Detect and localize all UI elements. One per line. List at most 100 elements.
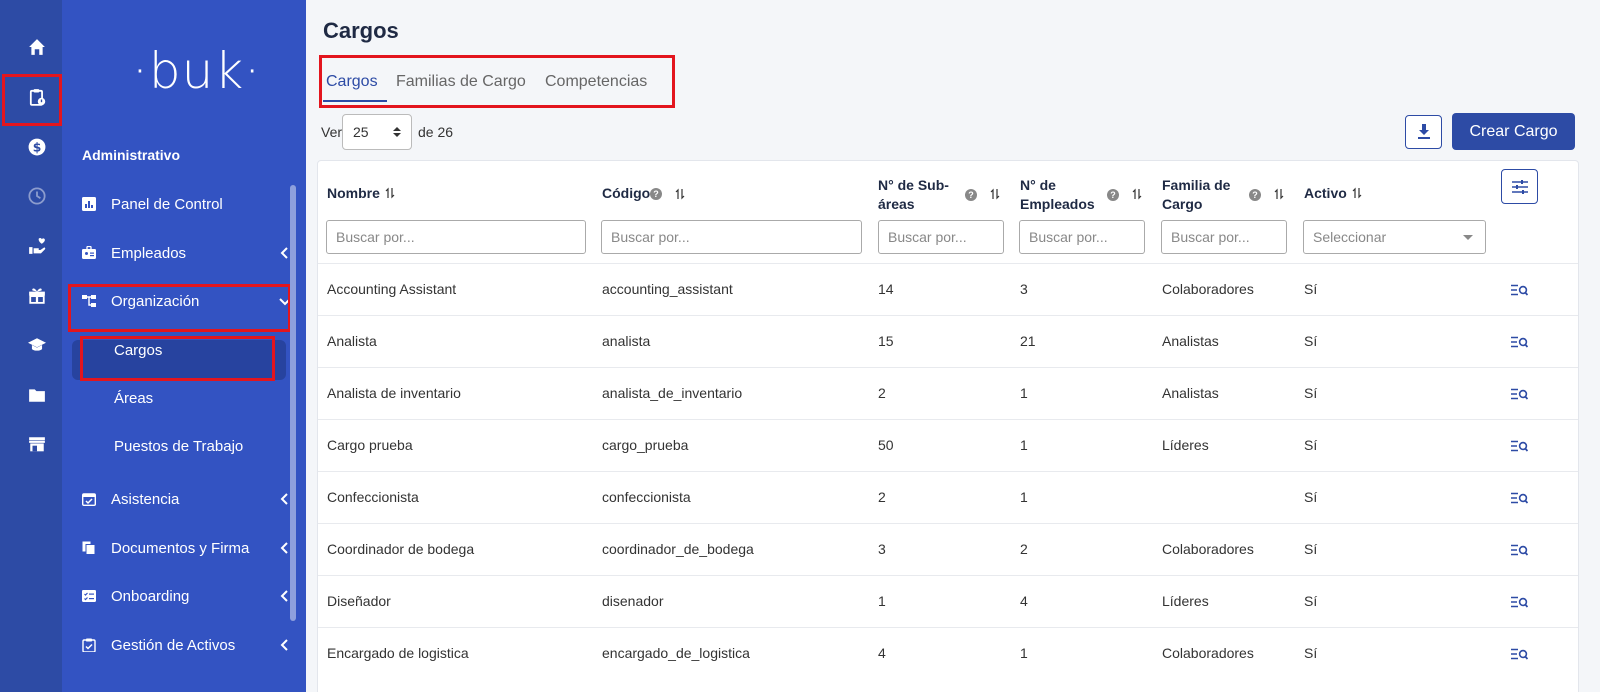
cell-codigo: accounting_assistant — [602, 281, 733, 297]
highlight-organizacion — [68, 284, 291, 332]
cell-empleados: 1 — [1020, 385, 1028, 401]
sort-icon — [1352, 187, 1362, 199]
cell-subareas: 14 — [878, 281, 894, 297]
sidebar-subitem-puestos[interactable]: Puestos de Trabajo — [114, 438, 243, 455]
sidebar-item-label: Onboarding — [111, 587, 190, 605]
download-button[interactable] — [1405, 115, 1442, 149]
filter-familia-input[interactable]: Buscar por... — [1161, 220, 1287, 254]
sort-icon[interactable] — [1274, 188, 1284, 200]
filter-codigo-input[interactable]: Buscar por... — [601, 220, 862, 254]
clipboard-icon — [82, 638, 96, 652]
main-content: Cargos Cargos Familias de Cargo Competen… — [306, 0, 1600, 692]
header-activo[interactable]: Activo — [1304, 184, 1362, 203]
view-details-icon[interactable] — [1511, 544, 1528, 557]
view-details-icon[interactable] — [1511, 440, 1528, 453]
sort-icon[interactable] — [675, 188, 685, 200]
cell-nombre: Confeccionista — [327, 489, 419, 505]
cell-empleados: 2 — [1020, 541, 1028, 557]
table-row[interactable]: Analista de inventario analista_de_inven… — [318, 367, 1578, 419]
sidebar-item-documentos[interactable]: Documentos y Firma — [82, 534, 292, 562]
per-page-select[interactable]: 25 — [342, 114, 412, 150]
sidebar-scrollbar[interactable] — [290, 185, 296, 621]
total-pages-label: de 26 — [418, 124, 454, 140]
filter-empleados-input[interactable]: Buscar por... — [1019, 220, 1145, 254]
cell-subareas: 50 — [878, 437, 894, 453]
sidebar-item-empleados[interactable]: Empleados — [82, 239, 292, 267]
sidebar-item-asistencia[interactable]: Asistencia — [82, 485, 292, 513]
view-details-icon[interactable] — [1511, 492, 1528, 505]
folder-icon[interactable] — [22, 380, 52, 410]
cell-activo: Sí — [1304, 333, 1318, 349]
download-icon — [1417, 124, 1430, 139]
cell-subareas: 1 — [878, 593, 886, 609]
table-row[interactable]: Analista analista 15 21 Analistas Sí — [318, 315, 1578, 367]
header-label-line2: áreas — [878, 196, 915, 212]
view-details-icon[interactable] — [1511, 336, 1528, 349]
cell-activo: Sí — [1304, 489, 1318, 505]
cell-activo: Sí — [1304, 541, 1318, 557]
sidebar-subitem-areas[interactable]: Áreas — [114, 390, 153, 407]
filter-nombre-input[interactable]: Buscar por... — [326, 220, 586, 254]
clock-icon[interactable] — [22, 181, 52, 211]
dollar-icon[interactable]: $ — [22, 132, 52, 162]
filter-subareas-input[interactable]: Buscar por... — [878, 220, 1004, 254]
sidebar-item-gestion-activos[interactable]: Gestión de Activos — [82, 631, 292, 659]
sidebar: ·buk· Administrativo Panel de Control Em… — [62, 0, 306, 692]
cell-empleados: 21 — [1020, 333, 1036, 349]
cell-codigo: disenador — [602, 593, 664, 609]
hand-heart-icon[interactable] — [22, 231, 52, 261]
chart-icon — [82, 197, 96, 211]
home-icon[interactable] — [22, 32, 52, 62]
help-icon[interactable]: ? — [1249, 189, 1261, 201]
cell-familia: Colaboradores — [1162, 281, 1254, 297]
sidebar-item-onboarding[interactable]: Onboarding — [82, 582, 292, 610]
highlight-cargos — [80, 336, 275, 381]
header-empleados[interactable]: N° de Empleados — [1020, 176, 1095, 214]
buk-logo: ·buk· — [132, 42, 262, 100]
documents-icon — [82, 541, 96, 555]
highlight-rail-item — [2, 74, 62, 126]
gift-icon[interactable] — [22, 280, 52, 310]
header-subareas[interactable]: N° de Sub- áreas — [878, 176, 949, 214]
sidebar-item-label: Documentos y Firma — [111, 539, 250, 557]
table-row[interactable]: Coordinador de bodega coordinador_de_bod… — [318, 523, 1578, 575]
sidebar-item-label: Panel de Control — [111, 195, 223, 213]
view-details-icon[interactable] — [1511, 388, 1528, 401]
table-row[interactable]: Cargo prueba cargo_prueba 50 1 Líderes S… — [318, 419, 1578, 471]
help-icon[interactable]: ? — [1107, 189, 1119, 201]
cell-activo: Sí — [1304, 281, 1318, 297]
graduation-cap-icon[interactable] — [22, 330, 52, 360]
view-details-icon[interactable] — [1511, 648, 1528, 661]
help-icon[interactable]: ? — [965, 189, 977, 201]
sort-icon[interactable] — [990, 188, 1000, 200]
view-details-icon[interactable] — [1511, 284, 1528, 297]
header-codigo[interactable]: Código — [602, 184, 650, 203]
sort-icon[interactable] — [1132, 188, 1142, 200]
cell-familia: Líderes — [1162, 593, 1209, 609]
column-settings-button[interactable] — [1501, 169, 1538, 204]
cell-codigo: encargado_de_logistica — [602, 645, 750, 661]
sidebar-item-panel-control[interactable]: Panel de Control — [82, 190, 292, 218]
view-details-icon[interactable] — [1511, 596, 1528, 609]
table-row[interactable]: Accounting Assistant accounting_assistan… — [318, 263, 1578, 315]
cell-nombre: Diseñador — [327, 593, 391, 609]
create-cargo-button[interactable]: Crear Cargo — [1452, 113, 1575, 150]
per-page-value: 25 — [353, 124, 369, 140]
table-row[interactable]: Encargado de logistica encargado_de_logi… — [318, 627, 1578, 679]
filter-activo-select[interactable]: Seleccionar — [1303, 220, 1486, 254]
per-page-label: Ver — [321, 124, 343, 140]
cell-familia: Líderes — [1162, 437, 1209, 453]
header-nombre[interactable]: Nombre — [327, 184, 395, 203]
store-icon[interactable] — [22, 429, 52, 459]
cell-empleados: 4 — [1020, 593, 1028, 609]
caret-down-icon — [1463, 235, 1473, 240]
svg-text:$: $ — [33, 141, 42, 155]
header-familia[interactable]: Familia de Cargo — [1162, 176, 1230, 214]
cell-subareas: 3 — [878, 541, 886, 557]
header-label-line1: N° de Sub- — [878, 177, 949, 193]
table-row[interactable]: Diseñador disenador 1 4 Líderes Sí — [318, 575, 1578, 627]
table-row[interactable]: Confeccionista confeccionista 2 1 Sí — [318, 471, 1578, 523]
cell-familia: Colaboradores — [1162, 541, 1254, 557]
cargos-table: Nombre Código ? N° de Sub- áreas ? N° de… — [317, 160, 1579, 692]
help-icon[interactable]: ? — [650, 188, 662, 200]
